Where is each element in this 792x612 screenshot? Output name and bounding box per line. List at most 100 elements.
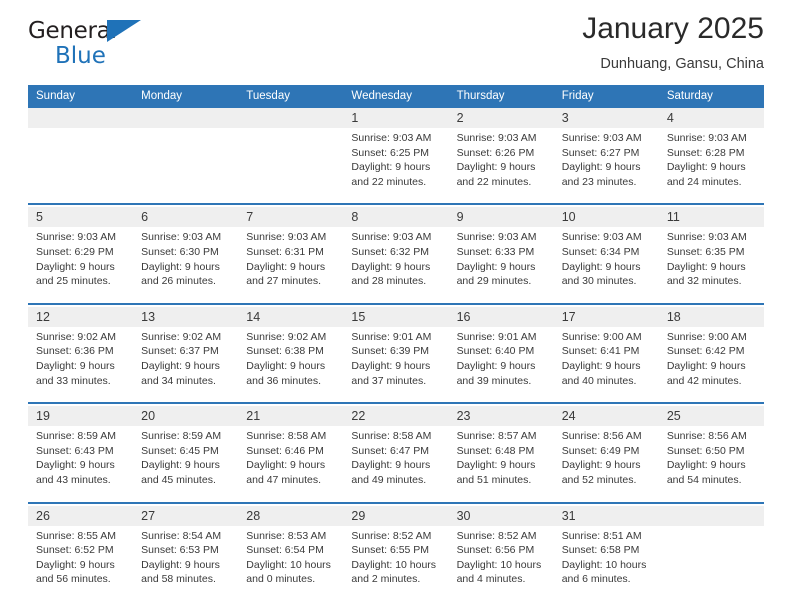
- day-cell[interactable]: Sunrise: 8:59 AM Sunset: 6:43 PM Dayligh…: [28, 426, 134, 503]
- day-number[interactable]: 22: [343, 406, 449, 427]
- day-cell[interactable]: Sunrise: 8:52 AM Sunset: 6:56 PM Dayligh…: [448, 525, 554, 601]
- day-number[interactable]: 23: [448, 406, 554, 427]
- day-number[interactable]: [28, 108, 134, 128]
- daylight-text-line1: Daylight: 9 hours: [141, 260, 220, 273]
- day-cell[interactable]: Sunrise: 8:52 AM Sunset: 6:55 PM Dayligh…: [343, 525, 449, 601]
- day-number[interactable]: 15: [343, 306, 449, 327]
- daylight-text-line2: and 33 minutes.: [36, 374, 111, 387]
- day-number[interactable]: 28: [238, 505, 344, 526]
- sunset-text: Sunset: 6:53 PM: [141, 544, 219, 557]
- sunrise-text: Sunrise: 8:58 AM: [246, 430, 327, 443]
- week-3-daynum-row: 12 13 14 15 16 17 18: [28, 306, 764, 327]
- day-cell[interactable]: Sunrise: 9:03 AM Sunset: 6:26 PM Dayligh…: [448, 128, 554, 205]
- day-number[interactable]: 10: [553, 207, 659, 228]
- calendar-header-row: Sunday Monday Tuesday Wednesday Thursday…: [28, 85, 764, 108]
- day-number[interactable]: 18: [658, 306, 764, 327]
- daylight-text-line2: and 54 minutes.: [666, 473, 742, 486]
- weekday-header-saturday: Saturday: [658, 85, 764, 108]
- day-cell[interactable]: Sunrise: 8:57 AM Sunset: 6:48 PM Dayligh…: [448, 426, 554, 503]
- day-cell[interactable]: Sunrise: 8:58 AM Sunset: 6:47 PM Dayligh…: [343, 426, 449, 503]
- day-cell[interactable]: Sunrise: 8:59 AM Sunset: 6:45 PM Dayligh…: [133, 426, 239, 503]
- day-cell[interactable]: [28, 128, 134, 205]
- day-number[interactable]: 16: [448, 306, 554, 327]
- day-number[interactable]: 5: [28, 207, 134, 228]
- day-number[interactable]: 20: [133, 406, 239, 427]
- day-number[interactable]: 1: [343, 108, 449, 128]
- sunrise-text: Sunrise: 9:03 AM: [141, 231, 222, 244]
- day-cell[interactable]: Sunrise: 9:03 AM Sunset: 6:25 PM Dayligh…: [343, 128, 449, 205]
- day-cell[interactable]: Sunrise: 9:03 AM Sunset: 6:30 PM Dayligh…: [133, 227, 239, 304]
- day-cell[interactable]: Sunrise: 9:03 AM Sunset: 6:27 PM Dayligh…: [553, 128, 659, 205]
- day-number[interactable]: 13: [133, 306, 239, 327]
- day-cell[interactable]: Sunrise: 9:00 AM Sunset: 6:41 PM Dayligh…: [553, 326, 659, 404]
- day-cell[interactable]: Sunrise: 9:01 AM Sunset: 6:40 PM Dayligh…: [448, 326, 554, 404]
- day-number[interactable]: 19: [28, 406, 134, 427]
- day-number[interactable]: 17: [553, 306, 659, 327]
- day-number[interactable]: 12: [28, 306, 134, 327]
- day-cell[interactable]: Sunrise: 9:02 AM Sunset: 6:36 PM Dayligh…: [28, 326, 134, 404]
- sunset-text: Sunset: 6:49 PM: [561, 444, 640, 457]
- day-cell[interactable]: [133, 128, 239, 205]
- day-number[interactable]: 30: [448, 505, 554, 526]
- sunrise-text: Sunrise: 9:03 AM: [561, 231, 642, 244]
- sunrise-text: Sunrise: 9:03 AM: [351, 132, 432, 144]
- day-number[interactable]: 6: [133, 207, 239, 228]
- day-cell[interactable]: Sunrise: 9:01 AM Sunset: 6:39 PM Dayligh…: [343, 326, 449, 404]
- day-cell[interactable]: Sunrise: 8:55 AM Sunset: 6:52 PM Dayligh…: [28, 525, 134, 601]
- day-cell[interactable]: Sunrise: 9:02 AM Sunset: 6:38 PM Dayligh…: [238, 326, 344, 404]
- daylight-text-line1: Daylight: 9 hours: [246, 459, 326, 472]
- day-number[interactable]: 4: [658, 108, 764, 128]
- daylight-text-line1: Daylight: 9 hours: [666, 459, 746, 472]
- day-cell[interactable]: Sunrise: 9:02 AM Sunset: 6:37 PM Dayligh…: [133, 326, 239, 404]
- day-number[interactable]: 24: [553, 406, 659, 427]
- sunset-text: Sunset: 6:32 PM: [351, 245, 430, 258]
- day-number[interactable]: [133, 108, 239, 128]
- day-number[interactable]: 2: [448, 108, 554, 128]
- day-number[interactable]: 9: [448, 207, 554, 228]
- brand-logo[interactable]: General Blue: [28, 0, 141, 68]
- day-number[interactable]: 27: [133, 505, 239, 526]
- day-cell[interactable]: Sunrise: 8:51 AM Sunset: 6:58 PM Dayligh…: [553, 525, 659, 601]
- day-cell[interactable]: Sunrise: 9:03 AM Sunset: 6:32 PM Dayligh…: [343, 227, 449, 304]
- brand-general-text: General: [28, 18, 117, 44]
- day-cell[interactable]: Sunrise: 9:00 AM Sunset: 6:42 PM Dayligh…: [658, 326, 764, 404]
- day-number[interactable]: 25: [658, 406, 764, 427]
- daylight-text-line2: and 42 minutes.: [666, 374, 742, 387]
- day-cell[interactable]: Sunrise: 9:03 AM Sunset: 6:34 PM Dayligh…: [553, 227, 659, 304]
- day-number[interactable]: 26: [28, 505, 134, 526]
- day-number[interactable]: 8: [343, 207, 449, 228]
- day-cell[interactable]: Sunrise: 8:53 AM Sunset: 6:54 PM Dayligh…: [238, 525, 344, 601]
- sunset-text: Sunset: 6:26 PM: [456, 146, 535, 159]
- sunset-text: Sunset: 6:47 PM: [351, 444, 430, 457]
- day-number[interactable]: 11: [658, 207, 764, 228]
- day-number[interactable]: 29: [343, 505, 449, 526]
- day-number[interactable]: [238, 108, 344, 128]
- weekday-header-friday: Friday: [553, 85, 659, 108]
- day-number[interactable]: 31: [553, 505, 659, 526]
- day-cell[interactable]: Sunrise: 8:58 AM Sunset: 6:46 PM Dayligh…: [238, 426, 344, 503]
- day-cell[interactable]: Sunrise: 9:03 AM Sunset: 6:35 PM Dayligh…: [658, 227, 764, 304]
- sunset-text: Sunset: 6:41 PM: [561, 345, 640, 358]
- day-cell[interactable]: [238, 128, 344, 205]
- sunrise-text: Sunrise: 9:00 AM: [561, 330, 642, 343]
- day-cell[interactable]: Sunrise: 8:56 AM Sunset: 6:49 PM Dayligh…: [553, 426, 659, 503]
- daylight-text-line1: Daylight: 9 hours: [246, 359, 326, 372]
- day-number[interactable]: [658, 505, 764, 526]
- calendar-table: Sunday Monday Tuesday Wednesday Thursday…: [28, 85, 764, 601]
- daylight-text-line2: and 26 minutes.: [141, 275, 216, 288]
- day-number[interactable]: 3: [553, 108, 659, 128]
- day-number[interactable]: 14: [238, 306, 344, 327]
- day-cell[interactable]: Sunrise: 9:03 AM Sunset: 6:31 PM Dayligh…: [238, 227, 344, 304]
- day-number[interactable]: 7: [238, 207, 344, 228]
- day-cell[interactable]: Sunrise: 9:03 AM Sunset: 6:29 PM Dayligh…: [28, 227, 134, 304]
- day-cell[interactable]: Sunrise: 8:54 AM Sunset: 6:53 PM Dayligh…: [133, 525, 239, 601]
- day-cell[interactable]: [658, 525, 764, 601]
- day-cell[interactable]: Sunrise: 9:03 AM Sunset: 6:28 PM Dayligh…: [658, 128, 764, 205]
- day-number[interactable]: 21: [238, 406, 344, 427]
- weekday-header-tuesday: Tuesday: [238, 85, 344, 108]
- daylight-text-line1: Daylight: 9 hours: [456, 459, 536, 472]
- sunrise-text: Sunrise: 9:03 AM: [456, 231, 537, 244]
- day-cell[interactable]: Sunrise: 8:56 AM Sunset: 6:50 PM Dayligh…: [658, 426, 764, 503]
- day-cell[interactable]: Sunrise: 9:03 AM Sunset: 6:33 PM Dayligh…: [448, 227, 554, 304]
- daylight-text-line1: Daylight: 10 hours: [351, 558, 437, 571]
